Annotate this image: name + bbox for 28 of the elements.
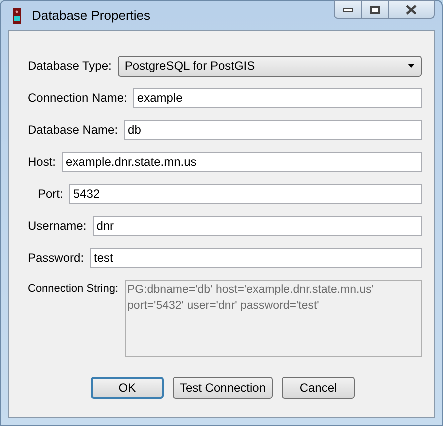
input-field[interactable]: db — [124, 120, 422, 140]
window-title: Database Properties — [32, 6, 151, 25]
input-field[interactable]: example — [133, 88, 422, 108]
maximize-button[interactable] — [362, 0, 389, 19]
connection-string-box: PG:dbname='db' host='example.dnr.state.mn.us' port='5432' user='dnr' password='test' — [124, 280, 422, 357]
close-icon — [406, 4, 417, 14]
field-label: Username: — [28, 218, 87, 235]
input-field[interactable]: 5432 — [69, 184, 422, 204]
field-label: Database Type: — [28, 58, 112, 75]
field-label: Host: — [28, 154, 56, 171]
minimize-button[interactable] — [334, 0, 362, 19]
field-label: Connection String: — [28, 282, 118, 297]
dialog-button[interactable]: OK — [90, 377, 164, 399]
input-field[interactable]: dnr — [92, 216, 422, 236]
caret-icon — [408, 64, 415, 68]
app-icon — [13, 8, 21, 24]
database-type-dropdown[interactable]: PostgreSQL for PostGIS — [118, 56, 422, 76]
dialog-button[interactable]: Cancel — [282, 377, 356, 399]
dialog-button[interactable]: Test Connection — [172, 377, 274, 399]
field-label: Database Name: — [28, 122, 118, 139]
field-label: Port: — [38, 186, 64, 203]
field-label: Connection Name: — [28, 90, 128, 107]
close-button[interactable] — [389, 0, 435, 19]
maximize-icon — [370, 6, 380, 14]
minimize-icon — [343, 8, 353, 12]
input-field[interactable]: test — [90, 248, 422, 268]
input-field[interactable]: example.dnr.state.mn.us — [62, 152, 422, 172]
field-label: Password: — [28, 250, 84, 267]
